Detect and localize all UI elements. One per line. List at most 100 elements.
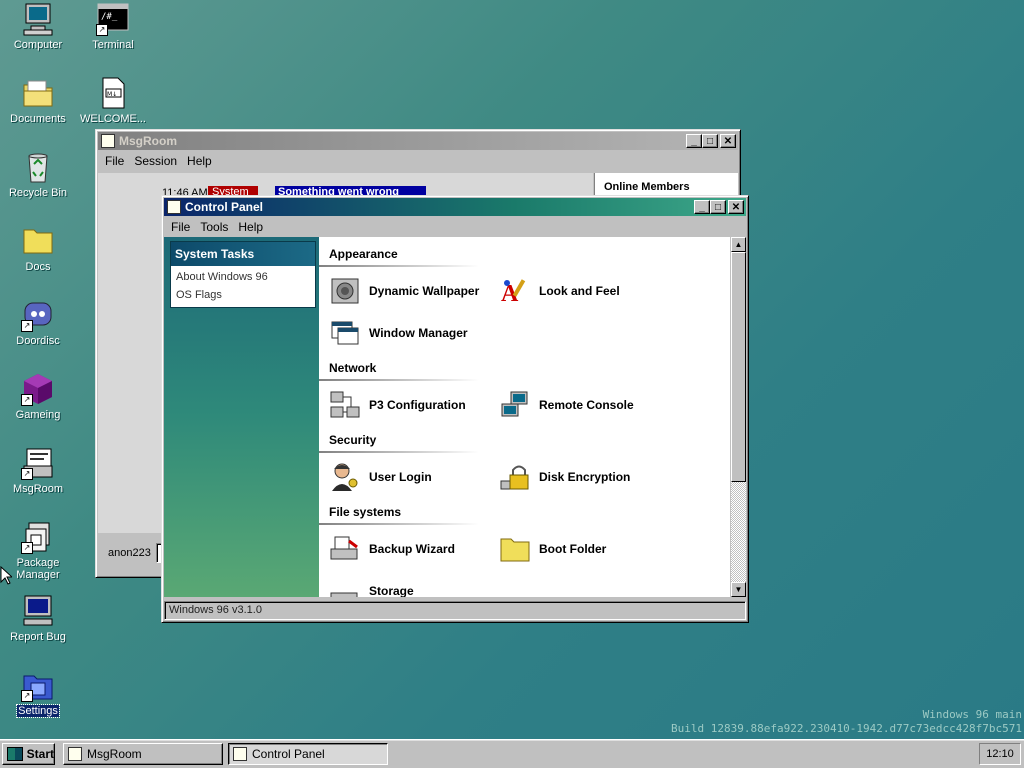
package-icon: ↗: [21, 520, 55, 554]
recycle-bin-icon: [21, 150, 55, 184]
applet-window-manager[interactable]: Window Manager: [329, 317, 468, 349]
applet-boot-folder[interactable]: Boot Folder: [499, 533, 606, 565]
msgroom-menubar: File Session Help: [96, 152, 740, 170]
username-label: anon223: [108, 547, 151, 559]
scrollbar-track[interactable]: [731, 482, 746, 582]
desktop-icon-documents[interactable]: Documents: [0, 76, 76, 125]
applet-look-and-feel[interactable]: A Look and Feel: [499, 275, 620, 307]
close-button[interactable]: ✕: [720, 134, 736, 148]
control-panel-menubar: File Tools Help: [162, 218, 748, 236]
window-manager-icon: [329, 317, 361, 349]
menu-help[interactable]: Help: [182, 154, 217, 168]
desktop-icon-doordisc[interactable]: ↗ Doordisc: [0, 298, 76, 347]
menu-file[interactable]: File: [166, 220, 195, 234]
remote-console-icon: [499, 389, 531, 421]
control-panel-window[interactable]: Control Panel _ □ ✕ File Tools Help Syst…: [161, 195, 749, 623]
look-and-feel-icon: A: [499, 275, 531, 307]
section-divider: [319, 451, 479, 453]
taskbar: Start MsgRoom Control Panel 12:10: [0, 739, 1024, 768]
scroll-up-button[interactable]: ▲: [731, 237, 746, 252]
maximize-button[interactable]: □: [710, 200, 726, 214]
vertical-scrollbar[interactable]: ▲ ▼: [731, 237, 746, 597]
scrollbar-thumb[interactable]: [731, 252, 746, 482]
desktop-icon-terminal[interactable]: /#_ ↗ Terminal: [75, 2, 151, 51]
desktop-icon-welcome[interactable]: M↓ WELCOME...: [75, 76, 151, 125]
shortcut-arrow-icon: ↗: [21, 394, 33, 406]
mouse-pointer-icon: [0, 566, 12, 585]
shortcut-arrow-icon: ↗: [21, 690, 33, 702]
menu-session[interactable]: Session: [129, 154, 182, 168]
applet-dynamic-wallpaper[interactable]: Dynamic Wallpaper: [329, 275, 479, 307]
section-security: Security: [329, 433, 377, 447]
applet-label: Storage: [369, 584, 414, 597]
close-button[interactable]: ✕: [728, 200, 744, 214]
desktop-icon-computer[interactable]: Computer: [0, 2, 76, 51]
section-divider: [319, 379, 479, 381]
menu-help[interactable]: Help: [233, 220, 268, 234]
msgroom-titlebar[interactable]: MsgRoom _ □ ✕: [98, 132, 738, 150]
menu-tools[interactable]: Tools: [195, 220, 233, 234]
desktop-icon-label: Docs: [25, 261, 51, 273]
window-title: Control Panel: [185, 200, 264, 214]
svg-text:/#_: /#_: [101, 12, 118, 22]
build-watermark: Windows 96 main Build 12839.88efa922.230…: [671, 708, 1022, 735]
applet-label: P3 Configuration: [369, 398, 466, 412]
desktop-icon-label: Terminal: [92, 39, 134, 51]
minimize-button[interactable]: _: [694, 200, 710, 214]
terminal-icon: /#_ ↗: [96, 2, 130, 36]
desktop-icon-label: Doordisc: [16, 335, 60, 347]
section-network: Network: [329, 361, 377, 375]
taskbar-item-control-panel[interactable]: Control Panel: [228, 743, 388, 765]
watermark-line-1: Windows 96 main: [922, 708, 1022, 721]
start-button[interactable]: Start: [2, 743, 55, 765]
desktop-icon-report-bug[interactable]: Report Bug: [0, 594, 76, 643]
desktop-icon-label: MsgRoom: [12, 483, 64, 495]
wallpaper-icon: [329, 275, 361, 307]
network-computers-icon: [329, 389, 361, 421]
status-bar: Windows 96 v3.1.0: [164, 601, 746, 620]
desktop-icon-gameing[interactable]: ↗ Gameing: [0, 372, 76, 421]
scroll-down-button[interactable]: ▼: [731, 582, 746, 597]
minimize-button[interactable]: _: [686, 134, 702, 148]
desktop-icon-label: WELCOME...: [79, 113, 146, 125]
task-os-flags[interactable]: OS Flags: [171, 286, 315, 307]
control-panel-app-icon: [233, 747, 247, 761]
applet-disk-encryption[interactable]: Disk Encryption: [499, 461, 630, 493]
svg-text:M↓: M↓: [107, 91, 117, 98]
section-file-systems: File systems: [329, 505, 402, 519]
applet-label: Look and Feel: [539, 284, 620, 298]
menu-file[interactable]: File: [100, 154, 129, 168]
section-divider: [319, 523, 479, 525]
desktop-icon-msgroom[interactable]: ↗ MsgRoom: [0, 446, 76, 495]
desktop-icon-label: Computer: [13, 39, 63, 51]
applet-label: Window Manager: [369, 326, 468, 340]
cube-game-icon: ↗: [21, 372, 55, 406]
applet-storage[interactable]: Storage: [329, 583, 414, 597]
system-clock[interactable]: 12:10: [979, 743, 1021, 765]
report-bug-icon: [21, 594, 55, 628]
control-panel-titlebar[interactable]: Control Panel _ □ ✕: [164, 198, 746, 216]
desktop-icon-docs[interactable]: Docs: [0, 224, 76, 273]
online-members-title: Online Members: [604, 181, 690, 193]
desktop-icon-settings[interactable]: ↗ Settings: [0, 668, 76, 718]
storage-drive-icon: [329, 583, 361, 597]
task-about-windows[interactable]: About Windows 96: [171, 266, 315, 286]
applet-user-login[interactable]: User Login: [329, 461, 432, 493]
shortcut-arrow-icon: ↗: [21, 542, 33, 554]
taskbar-item-msgroom[interactable]: MsgRoom: [63, 743, 223, 765]
system-tasks-header: System Tasks: [171, 242, 315, 266]
applet-label: Remote Console: [539, 398, 634, 412]
desktop-icon-recycle-bin[interactable]: Recycle Bin: [0, 150, 76, 199]
start-label: Start: [26, 747, 54, 761]
desktop-icon-label: Recycle Bin: [8, 187, 68, 199]
applet-backup-wizard[interactable]: Backup Wizard: [329, 533, 455, 565]
computer-icon: [21, 2, 55, 36]
applet-p3-configuration[interactable]: P3 Configuration: [329, 389, 466, 421]
markdown-file-icon: M↓: [96, 76, 130, 110]
desktop-icon-label: Documents: [10, 113, 66, 125]
applet-remote-console[interactable]: Remote Console: [499, 389, 634, 421]
backup-icon: [329, 533, 361, 565]
folder-icon: [21, 224, 55, 258]
system-tasks-box: System Tasks About Windows 96 OS Flags: [170, 241, 316, 308]
maximize-button[interactable]: □: [702, 134, 718, 148]
